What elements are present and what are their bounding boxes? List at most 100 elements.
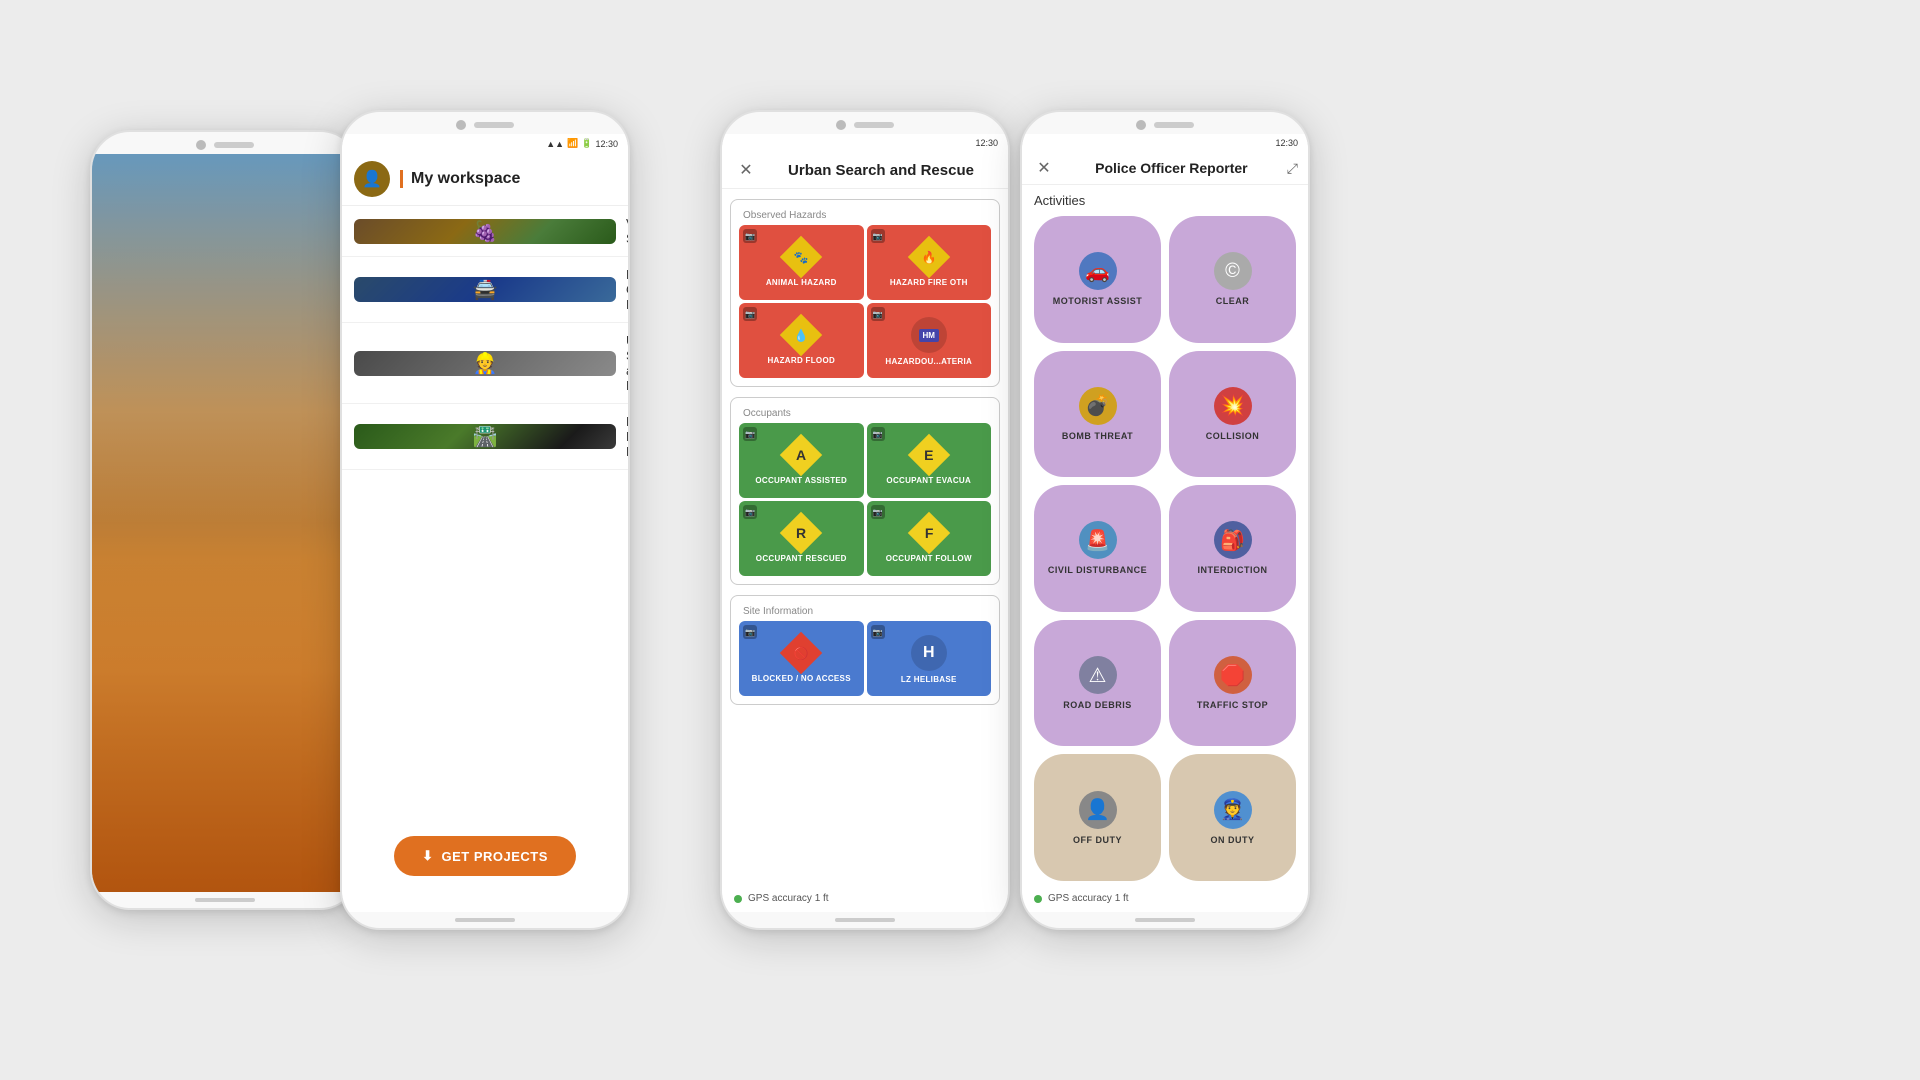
phone3-bottom-bar <box>722 912 1008 928</box>
project-name-vineyard: Vineyard Scouting <box>626 216 628 246</box>
project-list: 🍇 Vineyard Scouting ℹ 🚔 Police Officer R… <box>342 206 628 806</box>
por-header: ✕ Police Officer Reporter ⤢ <box>1022 152 1308 185</box>
bomb-threat-icon: 💣 <box>1079 387 1117 425</box>
sar-status-bar: 12:30 <box>722 134 1008 152</box>
on-duty-icon: 👮 <box>1214 791 1252 829</box>
camera-icon-or: 📷 <box>743 505 757 519</box>
traffic-stop-icon: 🛑 <box>1214 656 1252 694</box>
signal-icon: 📶 <box>567 138 578 149</box>
road-debris-label: ROAD DEBRIS <box>1063 700 1132 710</box>
sar-content: 12:30 ✕ Urban Search and Rescue Observed… <box>722 134 1008 912</box>
por-title: Police Officer Reporter <box>1062 160 1281 176</box>
get-projects-label: GET PROJECTS <box>441 849 547 864</box>
activities-grid: 🚗 MOTORIST ASSIST © CLEAR 💣 BOMB THREAT … <box>1022 212 1308 885</box>
rescued-label: OCCUPANT RESCUED <box>756 554 847 563</box>
por-status-bar: 12:30 <box>1022 134 1308 152</box>
hazard-materials[interactable]: 📷 HM HAZARDOU...ATERIA <box>867 303 992 378</box>
occupant-rescued[interactable]: 📷 R OCCUPANT RESCUED <box>739 501 864 576</box>
civil-disturbance-icon: 🚨 <box>1079 521 1117 559</box>
project-thumb-road: 🛣️ <box>354 424 616 449</box>
sar-header: ✕ Urban Search and Rescue <box>722 152 1008 189</box>
occupant-follow[interactable]: 📷 F OCCUPANT FOLLOW <box>867 501 992 576</box>
phone4-top-bar <box>1022 112 1308 134</box>
phone1-speaker <box>214 142 254 148</box>
occupants-grid: 📷 A OCCUPANT ASSISTED 📷 E <box>735 419 995 580</box>
camera-icon-hm: 📷 <box>871 307 885 321</box>
camera-icon-animal: 📷 <box>743 229 757 243</box>
home-indicator-4 <box>1135 918 1195 922</box>
por-status-time: 12:30 <box>1275 138 1298 148</box>
follow-label: OCCUPANT FOLLOW <box>886 554 972 563</box>
project-item-rescue[interactable]: 👷 Urban Search and Rescue ℹ <box>342 323 628 404</box>
follow-icon: F <box>912 516 946 550</box>
activity-motorist-assist[interactable]: 🚗 MOTORIST ASSIST <box>1034 216 1161 343</box>
por-close-button[interactable]: ✕ <box>1032 158 1056 178</box>
activity-on-duty[interactable]: 👮 ON DUTY <box>1169 754 1296 881</box>
activities-section-label: Activities <box>1022 185 1308 212</box>
lz-helibase[interactable]: 📷 H LZ HELIBASE <box>867 621 992 696</box>
phone2-camera <box>456 120 466 130</box>
sar-gps-text: GPS accuracy 1 ft <box>748 893 829 904</box>
occupant-assisted[interactable]: 📷 A OCCUPANT ASSISTED <box>739 423 864 498</box>
activity-collision[interactable]: 💥 COLLISION <box>1169 351 1296 478</box>
off-duty-label: OFF DUTY <box>1073 835 1122 845</box>
project-name-rescue: Urban Search and Rescue <box>626 333 628 393</box>
phone2-bottom-bar <box>342 912 628 928</box>
collision-label: COLLISION <box>1206 431 1260 441</box>
phone3-top-bar <box>722 112 1008 134</box>
gps-dot-icon <box>734 895 742 903</box>
bomb-threat-label: BOMB THREAT <box>1062 431 1133 441</box>
road-debris-icon: ⚠ <box>1079 656 1117 694</box>
home-indicator <box>195 898 255 902</box>
clear-icon: © <box>1214 252 1252 290</box>
hm-icon: HM <box>911 317 947 353</box>
fire-hazard-label: HAZARD FIRE OTH <box>890 278 968 287</box>
phone3-speaker <box>854 122 894 128</box>
hm-label: HAZARDOU...ATERIA <box>885 357 972 366</box>
blocked-label: BLOCKED / NO ACCESS <box>752 674 851 683</box>
activity-interdiction[interactable]: 🎒 INTERDICTION <box>1169 485 1296 612</box>
phone4-screen: 12:30 ✕ Police Officer Reporter ⤢ Activi… <box>1022 134 1308 912</box>
off-duty-icon: 👤 <box>1079 791 1117 829</box>
workspace-header: 👤 My workspace <box>342 153 628 206</box>
sar-sections: Observed Hazards 📷 🐾 ANIMAL HAZARD 📷 <box>722 189 1008 885</box>
blocked-access[interactable]: 📷 🚫 BLOCKED / NO ACCESS <box>739 621 864 696</box>
activity-civil-disturbance[interactable]: 🚨 CIVIL DISTURBANCE <box>1034 485 1161 612</box>
phone-por: 12:30 ✕ Police Officer Reporter ⤢ Activi… <box>1020 110 1310 930</box>
phone-sar: 12:30 ✕ Urban Search and Rescue Observed… <box>720 110 1010 930</box>
hazard-animal[interactable]: 📷 🐾 ANIMAL HAZARD <box>739 225 864 300</box>
sar-status-time: 12:30 <box>975 138 998 148</box>
get-projects-button[interactable]: ⬇ GET PROJECTS <box>394 836 576 876</box>
animal-hazard-label: ANIMAL HAZARD <box>766 278 837 287</box>
activity-bomb-threat[interactable]: 💣 BOMB THREAT <box>1034 351 1161 478</box>
camera-icon-oa: 📷 <box>743 427 757 441</box>
por-content: 12:30 ✕ Police Officer Reporter ⤢ Activi… <box>1022 134 1308 912</box>
hazard-flood[interactable]: 📷 💧 HAZARD FLOOD <box>739 303 864 378</box>
activity-clear[interactable]: © CLEAR <box>1169 216 1296 343</box>
interdiction-icon: 🎒 <box>1214 521 1252 559</box>
on-duty-label: ON DUTY <box>1211 835 1255 845</box>
hazards-grid: 📷 🐾 ANIMAL HAZARD 📷 🔥 <box>735 221 995 382</box>
activity-traffic-stop[interactable]: 🛑 TRAFFIC STOP <box>1169 620 1296 747</box>
activity-off-duty[interactable]: 👤 OFF DUTY <box>1034 754 1161 881</box>
hazards-section-label: Observed Hazards <box>735 204 995 221</box>
expand-icon[interactable]: ⤢ <box>1287 160 1298 177</box>
activity-road-debris[interactable]: ⚠ ROAD DEBRIS <box>1034 620 1161 747</box>
phone3-camera <box>836 120 846 130</box>
hazard-fire[interactable]: 📷 🔥 HAZARD FIRE OTH <box>867 225 992 300</box>
download-icon: ⬇ <box>422 848 433 864</box>
occupant-evacuated[interactable]: 📷 E OCCUPANT EVACUA <box>867 423 992 498</box>
phone-workspace: ▲▲ 📶 🔋 12:30 👤 My workspace 🍇 Vineyard S… <box>340 110 630 930</box>
site-grid: 📷 🚫 BLOCKED / NO ACCESS 📷 H <box>735 617 995 700</box>
project-info-road: Road Debris Reporter <box>626 414 628 459</box>
phone1-camera <box>196 140 206 150</box>
project-item-vineyard[interactable]: 🍇 Vineyard Scouting ℹ <box>342 206 628 257</box>
project-item-road[interactable]: 🛣️ Road Debris Reporter ℹ <box>342 404 628 470</box>
sar-close-button[interactable]: ✕ <box>734 160 758 180</box>
sar-gps-bar: GPS accuracy 1 ft <box>722 885 1008 912</box>
motorist-assist-label: MOTORIST ASSIST <box>1053 296 1143 306</box>
project-item-police[interactable]: 🚔 Police Officer Reporter ℹ <box>342 257 628 323</box>
civil-disturbance-label: CIVIL DISTURBANCE <box>1048 565 1147 575</box>
animal-icon: 🐾 <box>784 240 818 274</box>
project-info-vineyard: Vineyard Scouting <box>626 216 628 246</box>
